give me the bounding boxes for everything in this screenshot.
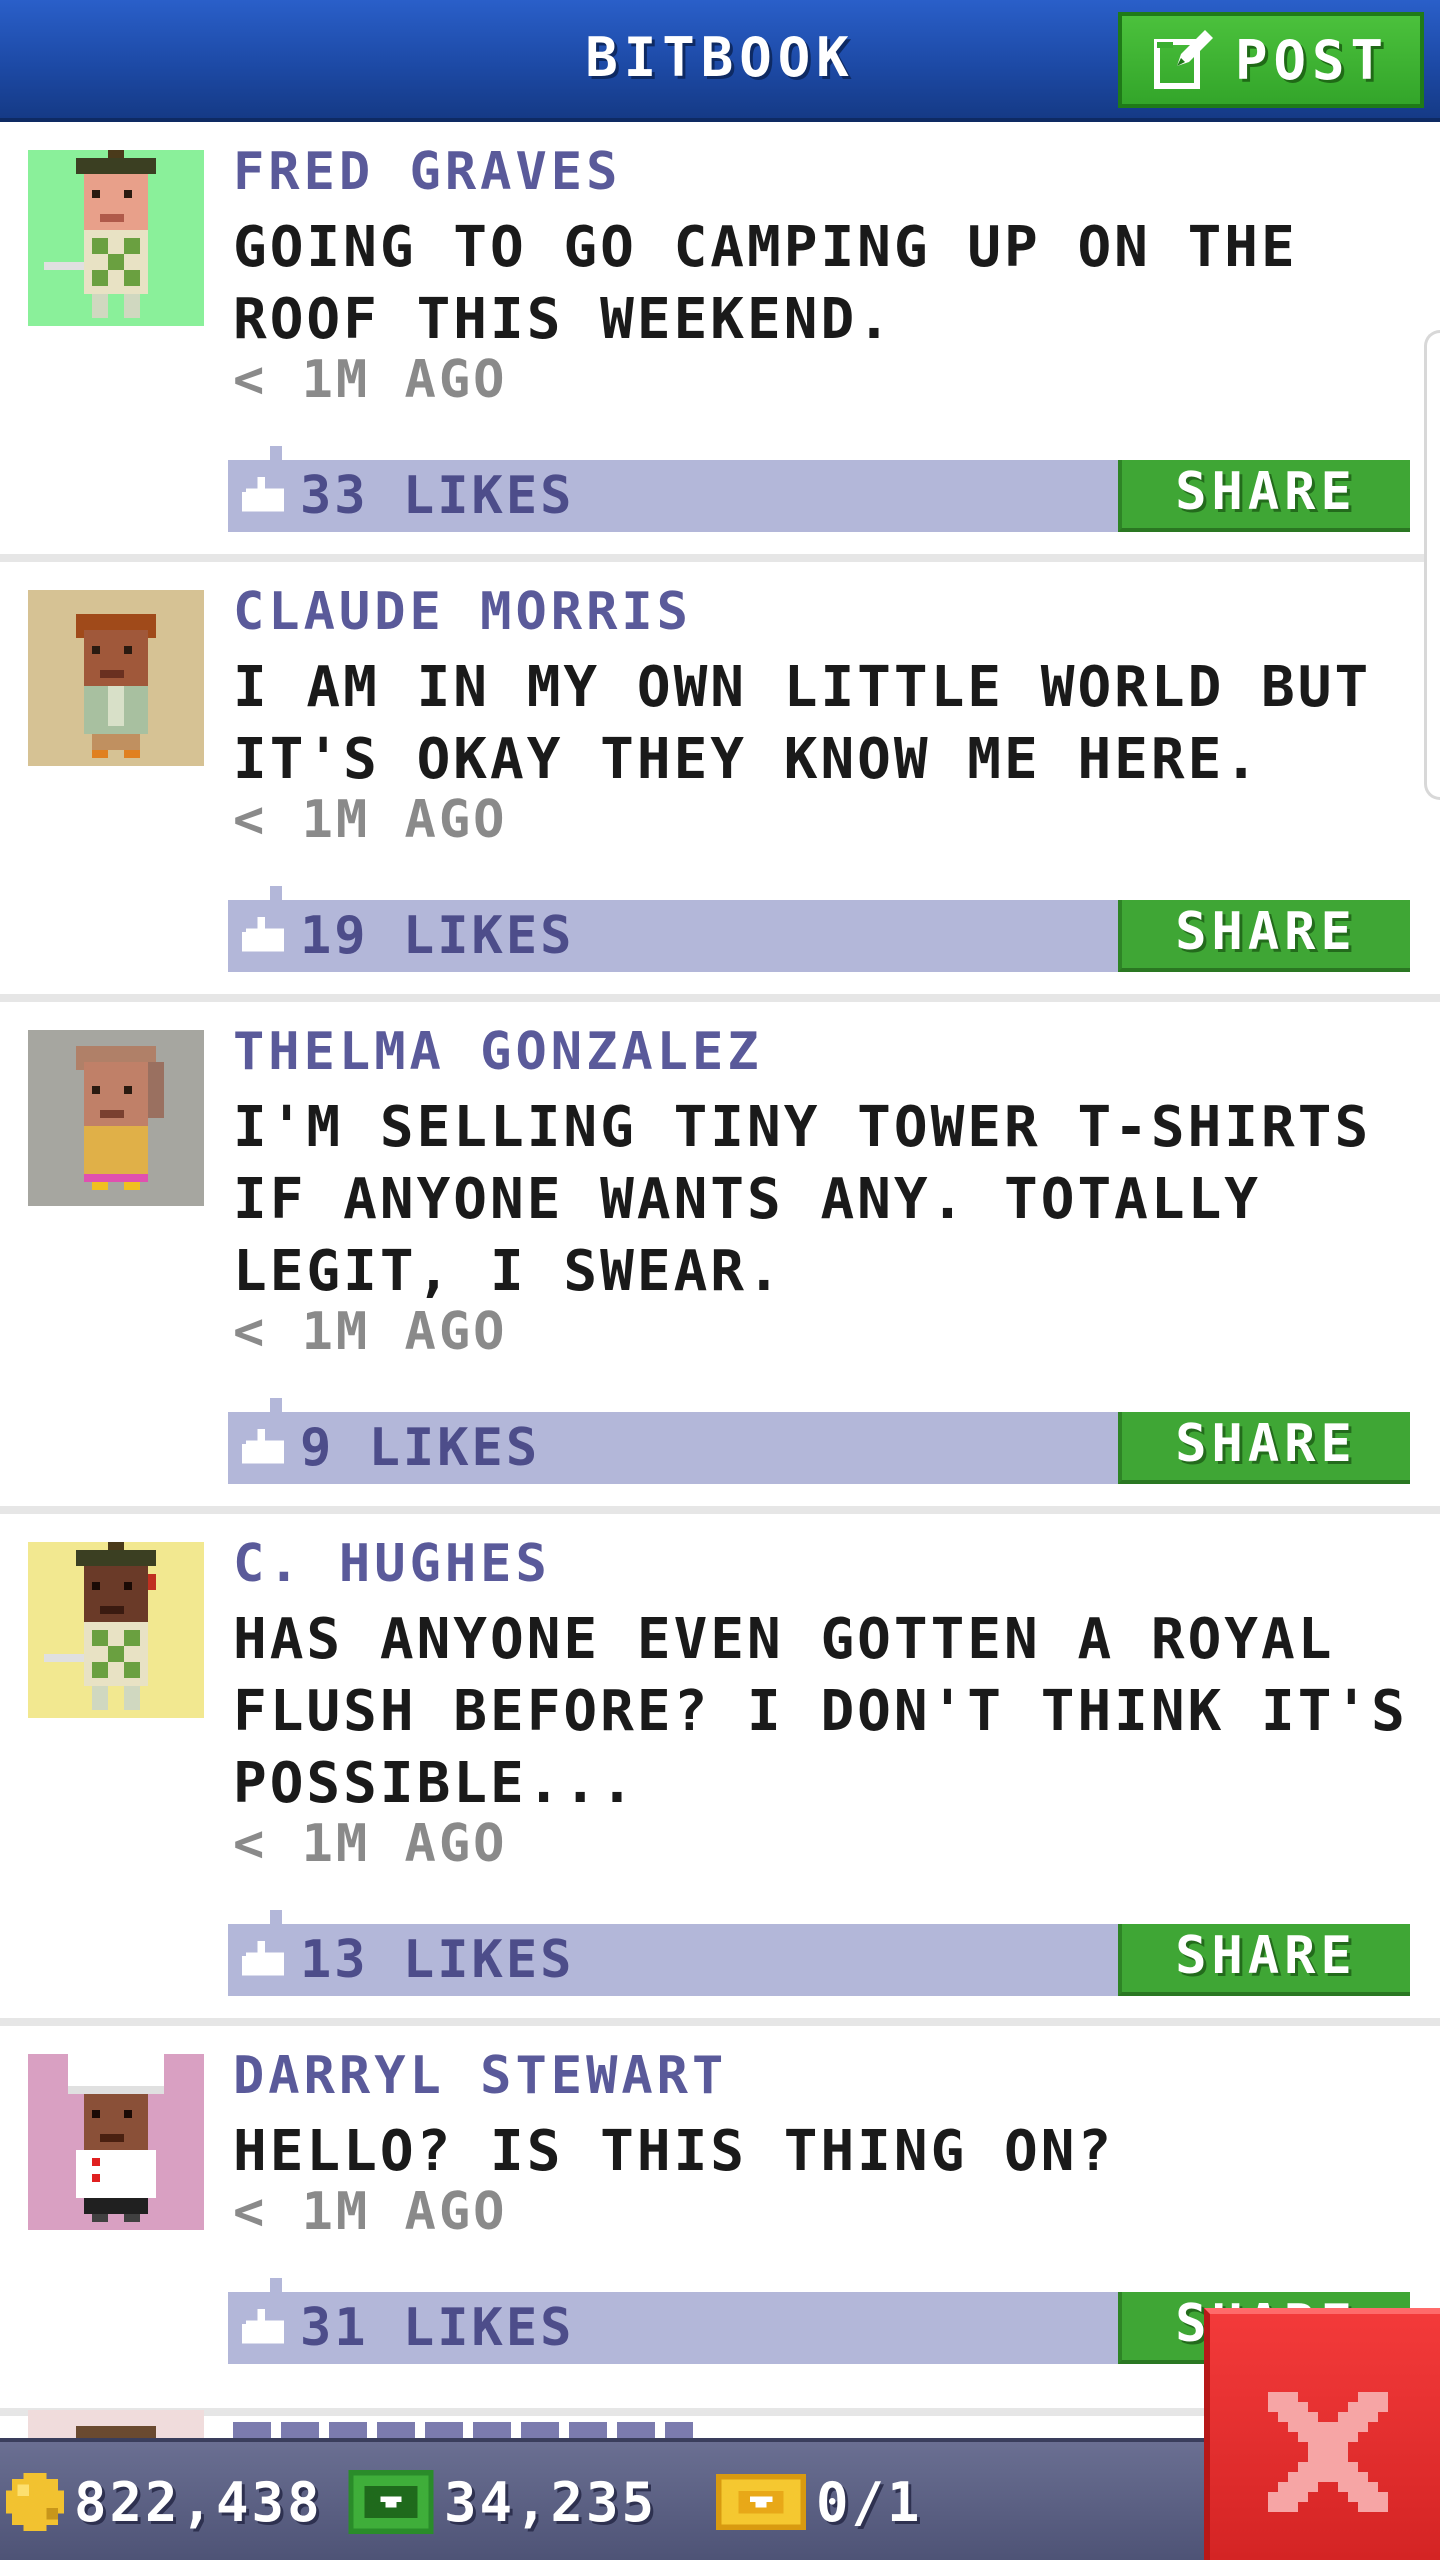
close-icon — [1268, 2392, 1388, 2512]
likes-bar: 13 LIKES SHARE — [228, 1910, 1410, 1996]
coin-icon — [6, 2473, 64, 2531]
post-timestamp: < 1M AGO — [233, 2182, 508, 2242]
golden-ticket-icon — [716, 2473, 806, 2531]
feed-post: CLAUDE MORRIS I AM IN MY OWN LITTLE WORL… — [0, 562, 1440, 1002]
post-text: I'M SELLING TINY TOWER T-SHIRTS IF ANYON… — [233, 1095, 1372, 1304]
thumbs-up-icon[interactable] — [242, 916, 288, 956]
avatar — [28, 590, 204, 766]
tickets-value: 0/1 — [816, 2470, 923, 2534]
bitbook-feed[interactable]: FRED GRAVES GOING TO GO CAMPING UP ON TH… — [0, 122, 1440, 2438]
edit-icon — [1153, 30, 1213, 89]
avatar — [28, 2054, 204, 2230]
post-text: I AM IN MY OWN LITTLE WORLD BUT IT'S OKA… — [233, 655, 1372, 792]
bux-counter: 34,235 — [348, 2464, 657, 2540]
post-timestamp: < 1M AGO — [233, 350, 508, 410]
likes-count: 31 LIKES — [300, 2298, 575, 2358]
feed-post: C. HUGHES HAS ANYONE EVEN GOTTEN A ROYAL… — [0, 1514, 1440, 2026]
scrollbar[interactable] — [1424, 330, 1440, 800]
likes-count: 9 LIKES — [300, 1418, 541, 1478]
post-author[interactable]: C. HUGHES — [233, 1534, 551, 1594]
likes-bar: 9 LIKES SHARE — [228, 1398, 1410, 1484]
likes-count: 19 LIKES — [300, 906, 575, 966]
coins-value: 822,438 — [74, 2470, 323, 2534]
bux-icon — [348, 2470, 434, 2534]
share-button[interactable]: SHARE — [1118, 900, 1410, 972]
post-timestamp: < 1M AGO — [233, 1814, 508, 1874]
post-timestamp: < 1M AGO — [233, 790, 508, 850]
coins-counter: 822,438 — [6, 2464, 323, 2540]
post-button-label: POST — [1234, 28, 1390, 92]
thumbs-up-icon[interactable] — [242, 476, 288, 516]
thumbs-up-icon[interactable] — [242, 1428, 288, 1468]
feed-post: THELMA GONZALEZ I'M SELLING TINY TOWER T… — [0, 1002, 1440, 1514]
post-author[interactable]: DARRYL STEWART — [233, 2046, 727, 2106]
post-text: HAS ANYONE EVEN GOTTEN A ROYAL FLUSH BEF… — [233, 1607, 1408, 1816]
post-author[interactable]: CLAUDE MORRIS — [233, 582, 692, 642]
post-text: HELLO? IS THIS THING ON? — [233, 2119, 1115, 2184]
tickets-counter: 0/1 — [716, 2464, 923, 2540]
post-button[interactable]: POST — [1118, 12, 1424, 108]
bux-value: 34,235 — [444, 2470, 658, 2534]
avatar — [28, 1542, 204, 1718]
post-timestamp: < 1M AGO — [233, 1302, 508, 1362]
avatar — [28, 150, 204, 326]
likes-bar: 33 LIKES SHARE — [228, 446, 1410, 532]
avatar — [28, 1030, 204, 1206]
thumbs-up-icon[interactable] — [242, 2308, 288, 2348]
share-button[interactable]: SHARE — [1118, 1412, 1410, 1484]
feed-post: FRED GRAVES GOING TO GO CAMPING UP ON TH… — [0, 122, 1440, 562]
thumbs-up-icon[interactable] — [242, 1940, 288, 1980]
likes-count: 13 LIKES — [300, 1930, 575, 1990]
post-author[interactable]: THELMA GONZALEZ — [233, 1022, 763, 1082]
likes-count: 33 LIKES — [300, 466, 575, 526]
likes-bar: 19 LIKES SHARE — [228, 886, 1410, 972]
share-button[interactable]: SHARE — [1118, 460, 1410, 532]
share-button[interactable]: SHARE — [1118, 1924, 1410, 1996]
post-author[interactable]: FRED GRAVES — [233, 142, 621, 202]
app-header: BITBOOK POST — [0, 0, 1440, 122]
post-text: GOING TO GO CAMPING UP ON THE ROOF THIS … — [233, 215, 1298, 352]
close-button[interactable] — [1204, 2308, 1440, 2560]
